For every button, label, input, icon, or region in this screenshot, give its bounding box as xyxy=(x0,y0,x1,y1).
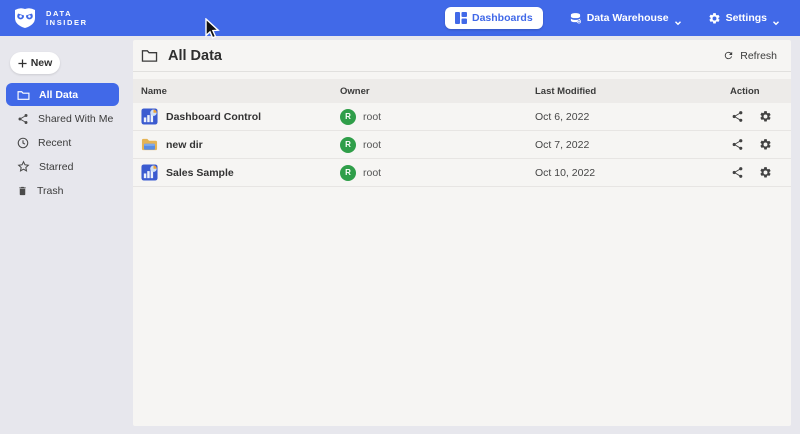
sidebar-item-label: Trash xyxy=(37,185,63,197)
last-modified-date: Oct 10, 2022 xyxy=(535,167,730,179)
last-modified-date: Oct 6, 2022 xyxy=(535,111,730,123)
top-bar: DATA INSIDER Dashboards xyxy=(0,0,800,36)
file-name: Sales Sample xyxy=(166,167,234,179)
folder-file-icon xyxy=(141,136,158,153)
sidebar-item-label: Shared With Me xyxy=(38,113,113,125)
settings-button[interactable] xyxy=(758,110,772,124)
brand-logo: DATA INSIDER xyxy=(12,6,88,30)
folder-icon xyxy=(17,89,30,101)
sidebar-item-recent[interactable]: Recent xyxy=(6,131,119,154)
nav-dashboards[interactable]: Dashboards xyxy=(445,7,543,29)
settings-button[interactable] xyxy=(758,138,772,152)
nav-dashboards-label: Dashboards xyxy=(472,12,533,24)
new-button-label: New xyxy=(31,57,53,69)
sidebar-item-trash[interactable]: Trash xyxy=(6,179,119,202)
table-row[interactable]: new dir R root Oct 7, 2022 xyxy=(133,131,791,159)
share-icon xyxy=(17,113,29,125)
sidebar-item-shared-with-me[interactable]: Shared With Me xyxy=(6,107,119,130)
plus-icon xyxy=(18,59,27,68)
share-button[interactable] xyxy=(730,138,744,152)
star-icon xyxy=(17,160,30,173)
dashboard-icon xyxy=(455,12,467,24)
chart-file-icon xyxy=(141,164,158,181)
sidebar-item-starred[interactable]: Starred xyxy=(6,155,119,178)
owner-avatar: R xyxy=(340,137,356,153)
owner-avatar: R xyxy=(340,165,356,181)
brand-line1: DATA xyxy=(46,9,88,18)
share-button[interactable] xyxy=(730,166,744,180)
table-row[interactable]: Dashboard Control R root Oct 6, 2022 xyxy=(133,103,791,131)
table-header: Name Owner Last Modified Action xyxy=(133,79,791,103)
refresh-button[interactable]: Refresh xyxy=(723,50,777,62)
content-panel: All Data Refresh Name Owner Last Modifie… xyxy=(133,40,791,426)
share-button[interactable] xyxy=(730,110,744,124)
app-window: DATA INSIDER Dashboards xyxy=(0,0,800,434)
folder-icon xyxy=(141,48,158,63)
nav-data-warehouse[interactable]: Data Warehouse xyxy=(569,12,682,25)
content-header: All Data Refresh xyxy=(133,40,791,72)
nav-settings-label: Settings xyxy=(726,12,767,24)
owner-avatar: R xyxy=(340,109,356,125)
nav-data-warehouse-label: Data Warehouse xyxy=(587,12,669,24)
gear-icon xyxy=(708,12,721,25)
owner-name: root xyxy=(363,167,381,179)
last-modified-date: Oct 7, 2022 xyxy=(535,139,730,151)
nav-settings[interactable]: Settings xyxy=(708,12,780,25)
owl-icon xyxy=(12,6,38,30)
refresh-label: Refresh xyxy=(740,50,777,62)
sidebar-item-label: Recent xyxy=(38,137,71,149)
top-nav: Dashboards Data Warehouse xyxy=(445,7,780,29)
trash-icon xyxy=(17,185,28,197)
sidebar-item-label: All Data xyxy=(39,89,78,101)
sidebar-item-all-data[interactable]: All Data xyxy=(6,83,119,106)
column-owner: Owner xyxy=(340,86,535,97)
column-last-modified: Last Modified xyxy=(535,86,730,97)
chevron-down-icon xyxy=(772,14,780,22)
sidebar-item-label: Starred xyxy=(39,161,73,173)
owner-name: root xyxy=(363,111,381,123)
chart-file-icon xyxy=(141,108,158,125)
file-name: Dashboard Control xyxy=(166,111,261,123)
new-button[interactable]: New xyxy=(10,52,60,74)
page-title: All Data xyxy=(168,48,222,64)
database-icon xyxy=(569,12,582,25)
column-name: Name xyxy=(141,86,340,97)
table-row[interactable]: Sales Sample R root Oct 10, 2022 xyxy=(133,159,791,187)
file-name: new dir xyxy=(166,139,203,151)
brand-line2: INSIDER xyxy=(46,18,88,27)
owner-name: root xyxy=(363,139,381,151)
refresh-icon xyxy=(723,50,734,61)
settings-button[interactable] xyxy=(758,166,772,180)
chevron-down-icon xyxy=(674,14,682,22)
sidebar-nav: All Data Shared With Me Recent xyxy=(0,83,133,202)
clock-icon xyxy=(17,137,29,149)
sidebar: New All Data Shared With Me xyxy=(0,36,133,434)
column-action: Action xyxy=(730,86,799,97)
